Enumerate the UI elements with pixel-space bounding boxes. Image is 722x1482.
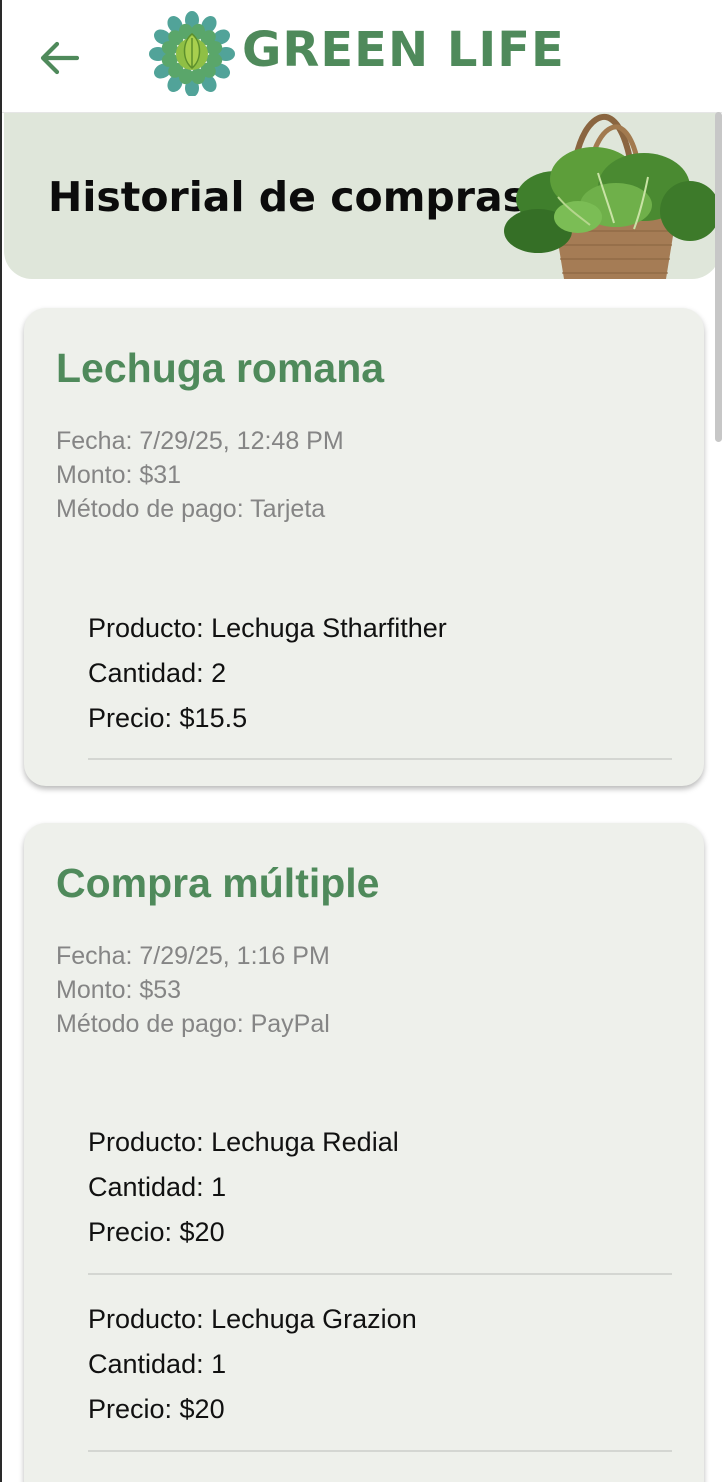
item-divider [88,1273,672,1275]
purchase-item: Producto: Lechuga Grazion Cantidad: 1 Pr… [88,1297,672,1432]
item-divider [88,758,672,760]
purchase-card: Lechuga romana Fecha: 7/29/25, 12:48 PM … [24,308,704,786]
item-quantity: Cantidad: 1 [88,1172,227,1202]
purchase-item: Producto: Lechuga Redial Cantidad: 1 Pre… [88,1120,672,1255]
scrollbar[interactable] [715,112,722,442]
item-product: Producto: Lechuga Stharfither [88,613,447,643]
purchase-date: Fecha: 7/29/25, 12:48 PM [56,427,344,455]
item-product: Producto: Lechuga Redial [88,1127,399,1157]
lettuce-basket-illustration [504,113,720,279]
hero-banner: Historial de compras [4,113,720,279]
item-price: Precio: $15.5 [88,703,248,733]
green-leaf-mandala-icon [149,11,235,96]
arrow-left-icon [40,41,79,75]
page-title: Historial de compras [48,173,528,221]
item-price: Precio: $20 [88,1394,225,1424]
purchase-item: Producto: Lechuga Stharfither Cantidad: … [88,606,672,741]
purchase-payment-method: Método de pago: Tarjeta [56,495,326,523]
purchase-meta: Fecha: 7/29/25, 1:16 PM Monto: $53 Métod… [56,939,330,1041]
purchase-meta: Fecha: 7/29/25, 12:48 PM Monto: $31 Méto… [56,424,344,526]
purchase-title: Compra múltiple [56,860,380,906]
back-button[interactable] [36,38,82,78]
item-divider [88,1450,672,1452]
item-quantity: Cantidad: 1 [88,1349,227,1379]
purchase-date: Fecha: 7/29/25, 1:16 PM [56,942,330,970]
purchase-payment-method: Método de pago: PayPal [56,1010,330,1038]
item-quantity: Cantidad: 2 [88,658,227,688]
app-header: GREEN LIFE [2,0,722,113]
brand-name: GREEN LIFE [242,22,565,78]
item-product: Producto: Lechuga Grazion [88,1304,417,1334]
item-price: Precio: $20 [88,1217,225,1247]
purchase-title: Lechuga romana [56,345,385,391]
purchase-amount: Monto: $53 [56,976,182,1004]
purchase-amount: Monto: $31 [56,461,182,489]
purchase-card: Compra múltiple Fecha: 7/29/25, 1:16 PM … [24,823,704,1482]
